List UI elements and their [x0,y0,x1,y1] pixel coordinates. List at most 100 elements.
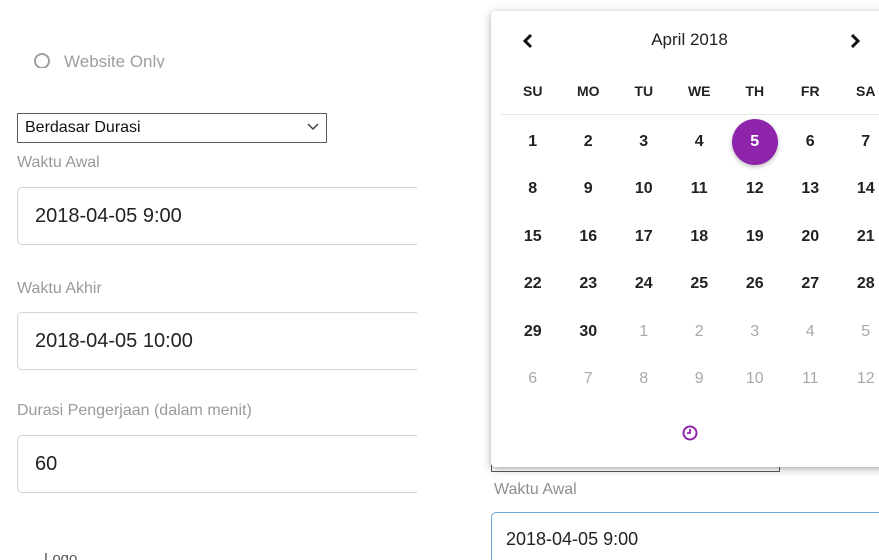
calendar-day[interactable]: 4 [672,118,728,166]
calendar-day-number: 28 [856,275,875,293]
end-time-input[interactable]: 2018-04-05 10:00 [17,312,417,370]
radio-label: Website Only [64,52,165,68]
calendar-day[interactable]: 3 [616,118,672,166]
weekday-header: SU MO TU WE TH FR SA [505,83,879,99]
calendar-day-number: 3 [639,132,649,150]
calendar-day-outside[interactable]: 4 [783,308,839,356]
calendar-day[interactable]: 27 [783,261,839,309]
calendar-day[interactable]: 7 [838,118,879,166]
calendar-day-number: 13 [801,180,820,198]
calendar-day-number: 17 [634,227,653,245]
calendar-day[interactable]: 28 [838,261,879,309]
calendar-day[interactable]: 16 [561,213,617,261]
calendar-day-number: 15 [523,227,542,245]
calendar-day[interactable]: 9 [561,166,617,214]
logo-label: Logo [44,550,78,560]
calendar-day-number: 11 [801,370,819,388]
calendar-day[interactable]: 25 [672,261,728,309]
calendar-day[interactable]: 24 [616,261,672,309]
calendar-day-number: 14 [856,180,875,198]
calendar-month-title[interactable]: April 2018 [561,30,818,50]
duration-label: Durasi Pengerjaan (dalam menit) [17,402,252,419]
calendar-day-number: 16 [579,227,598,245]
calendar-day-number: 12 [856,370,875,388]
calendar-week-row: 6 7 8 9 10 11 12 [505,356,879,404]
calendar-day-outside[interactable]: 12 [838,356,879,404]
calendar-day[interactable]: 22 [505,261,561,309]
calendar-day-selected[interactable]: 5 [727,118,783,166]
calendar-day-number: 18 [690,227,709,245]
calendar-day-number: 2 [694,322,704,340]
calendar-day[interactable]: 21 [838,213,879,261]
calendar-day[interactable]: 15 [505,213,561,261]
calendar-day-number: 8 [528,180,538,198]
calendar-day-number: 22 [523,275,542,293]
calendar-day-outside[interactable]: 7 [561,356,617,404]
calendar-day[interactable]: 6 [783,118,839,166]
calendar-day[interactable]: 19 [727,213,783,261]
calendar-day-outside[interactable]: 10 [727,356,783,404]
calendar-days-grid: 1 2 3 4 5 6 7 8 9 10 11 12 13 14 15 16 17 18 19 20 21 22 23 24 2… [505,118,879,403]
calendar-day-number: 4 [694,132,704,150]
calendar-day[interactable]: 13 [783,166,839,214]
calendar-day[interactable]: 23 [561,261,617,309]
calendar-day-number: 29 [523,322,542,340]
right-start-time-input[interactable]: 2018-04-05 9:00 [491,512,879,560]
prev-month-button[interactable] [517,29,539,53]
calendar-day-outside[interactable]: 8 [616,356,672,404]
calendar-day-number: 12 [745,180,764,198]
calendar-day-outside[interactable]: 9 [672,356,728,404]
weekday-label: SA [856,83,876,99]
weekday-label: WE [687,83,711,99]
calendar-day[interactable]: 14 [838,166,879,214]
website-only-radio[interactable]: Website Only [34,44,165,68]
calendar-day-outside[interactable]: 1 [616,308,672,356]
calendar-day[interactable]: 20 [783,213,839,261]
calendar-day[interactable]: 26 [727,261,783,309]
mode-select-value: Berdasar Durasi [25,119,141,136]
calendar-day-number: 30 [579,322,598,340]
calendar-day-number: 9 [694,370,704,388]
calendar-day-number: 5 [731,118,778,165]
mode-select[interactable]: Berdasar Durasi [17,113,327,143]
weekday-label: FR [800,83,820,99]
calendar-day-number: 8 [639,370,649,388]
calendar-day[interactable]: 29 [505,308,561,356]
calendar-day-number: 21 [856,227,875,245]
calendar-day-outside[interactable]: 6 [505,356,561,404]
calendar-day-outside[interactable]: 5 [838,308,879,356]
calendar-day-outside[interactable]: 11 [783,356,839,404]
calendar-day[interactable]: 30 [561,308,617,356]
page: Website Only Berdasar Durasi Waktu Awal … [0,0,879,560]
calendar-day[interactable]: 10 [616,166,672,214]
calendar-day[interactable]: 2 [561,118,617,166]
calendar-day-number: 23 [579,275,598,293]
weekday-label: SU [523,83,543,99]
calendar-day[interactable]: 18 [672,213,728,261]
clock-icon[interactable] [680,423,700,443]
weekday-label: TU [634,83,654,99]
weekday-label: MO [576,83,600,99]
duration-input[interactable]: 60 [17,435,417,493]
calendar-day-number: 6 [528,370,538,388]
calendar-day-number: 2 [583,132,593,150]
date-picker-popup: April 2018 SU MO TU WE TH FR SA 12345678… [491,11,879,467]
calendar-divider [501,114,879,115]
calendar-day[interactable]: 1 [505,118,561,166]
calendar-week-row: 29 30 1 2 3 4 5 [505,308,879,356]
calendar-day[interactable]: 8 [505,166,561,214]
calendar-week-row: 15 16 17 18 19 20 21 [505,213,879,261]
calendar-day-number: 7 [583,370,593,388]
calendar-day-outside[interactable]: 3 [727,308,783,356]
calendar-day[interactable]: 11 [672,166,728,214]
next-month-button[interactable] [844,29,866,53]
calendar-day[interactable]: 12 [727,166,783,214]
calendar-day-outside[interactable]: 2 [672,308,728,356]
calendar-day-number: 26 [745,275,764,293]
radio-circle-icon[interactable] [34,53,50,68]
calendar-day-number: 24 [634,275,653,293]
calendar-day-number: 11 [690,180,708,198]
calendar-day-number: 10 [634,180,653,198]
start-time-input[interactable]: 2018-04-05 9:00 [17,187,417,245]
calendar-day[interactable]: 17 [616,213,672,261]
